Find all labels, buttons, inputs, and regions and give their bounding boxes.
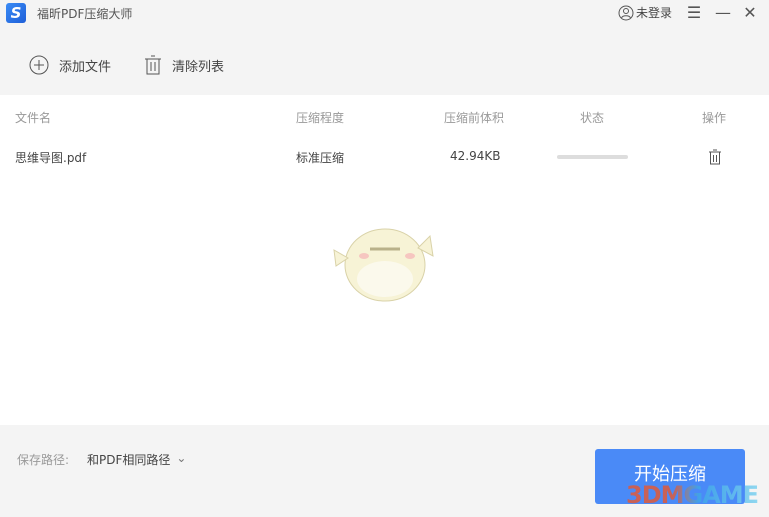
header-actions: 操作 (702, 111, 727, 125)
save-path-value: 和PDF相同路径 (87, 453, 171, 467)
delete-row-icon[interactable] (708, 149, 722, 165)
add-file-label: 添加文件 (59, 59, 112, 75)
plus-circle-icon (29, 55, 49, 75)
close-icon[interactable]: ✕ (740, 3, 760, 23)
title-bar: S 福昕PDF压缩大师 未登录 ☰ — ✕ (0, 0, 769, 28)
menu-icon[interactable]: ☰ (684, 3, 704, 23)
add-file-button[interactable]: 添加文件 (29, 55, 111, 75)
header-filename: 文件名 (15, 111, 52, 125)
watermark-logo: 3DMGAME (626, 481, 759, 509)
login-label: 未登录 (636, 6, 673, 20)
file-size: 42.94KB (450, 149, 501, 163)
chevron-down-icon: ⌄ (176, 451, 187, 465)
file-name: 思维导图.pdf (15, 151, 87, 165)
header-size: 压缩前体积 (444, 111, 505, 125)
save-path-label: 保存路径: (17, 453, 70, 467)
login-button[interactable]: 未登录 (618, 4, 672, 21)
file-table: 文件名 压缩程度 压缩前体积 状态 操作 思维导图.pdf 标准压缩 42.94… (0, 95, 769, 425)
app-title: 福昕PDF压缩大师 (37, 7, 133, 21)
header-level: 压缩程度 (296, 111, 345, 125)
clear-list-button[interactable]: 清除列表 (144, 55, 224, 75)
empty-mascot-icon (333, 228, 434, 302)
header-status: 状态 (580, 111, 605, 125)
app-logo: S (6, 3, 26, 23)
user-icon (618, 5, 634, 20)
compression-level: 标准压缩 (296, 151, 345, 165)
trash-icon (145, 55, 161, 75)
minimize-icon[interactable]: — (713, 3, 733, 23)
save-path-dropdown[interactable]: 和PDF相同路径 ⌄ (87, 451, 186, 468)
progress-bar (557, 155, 628, 159)
clear-list-label: 清除列表 (172, 59, 225, 75)
